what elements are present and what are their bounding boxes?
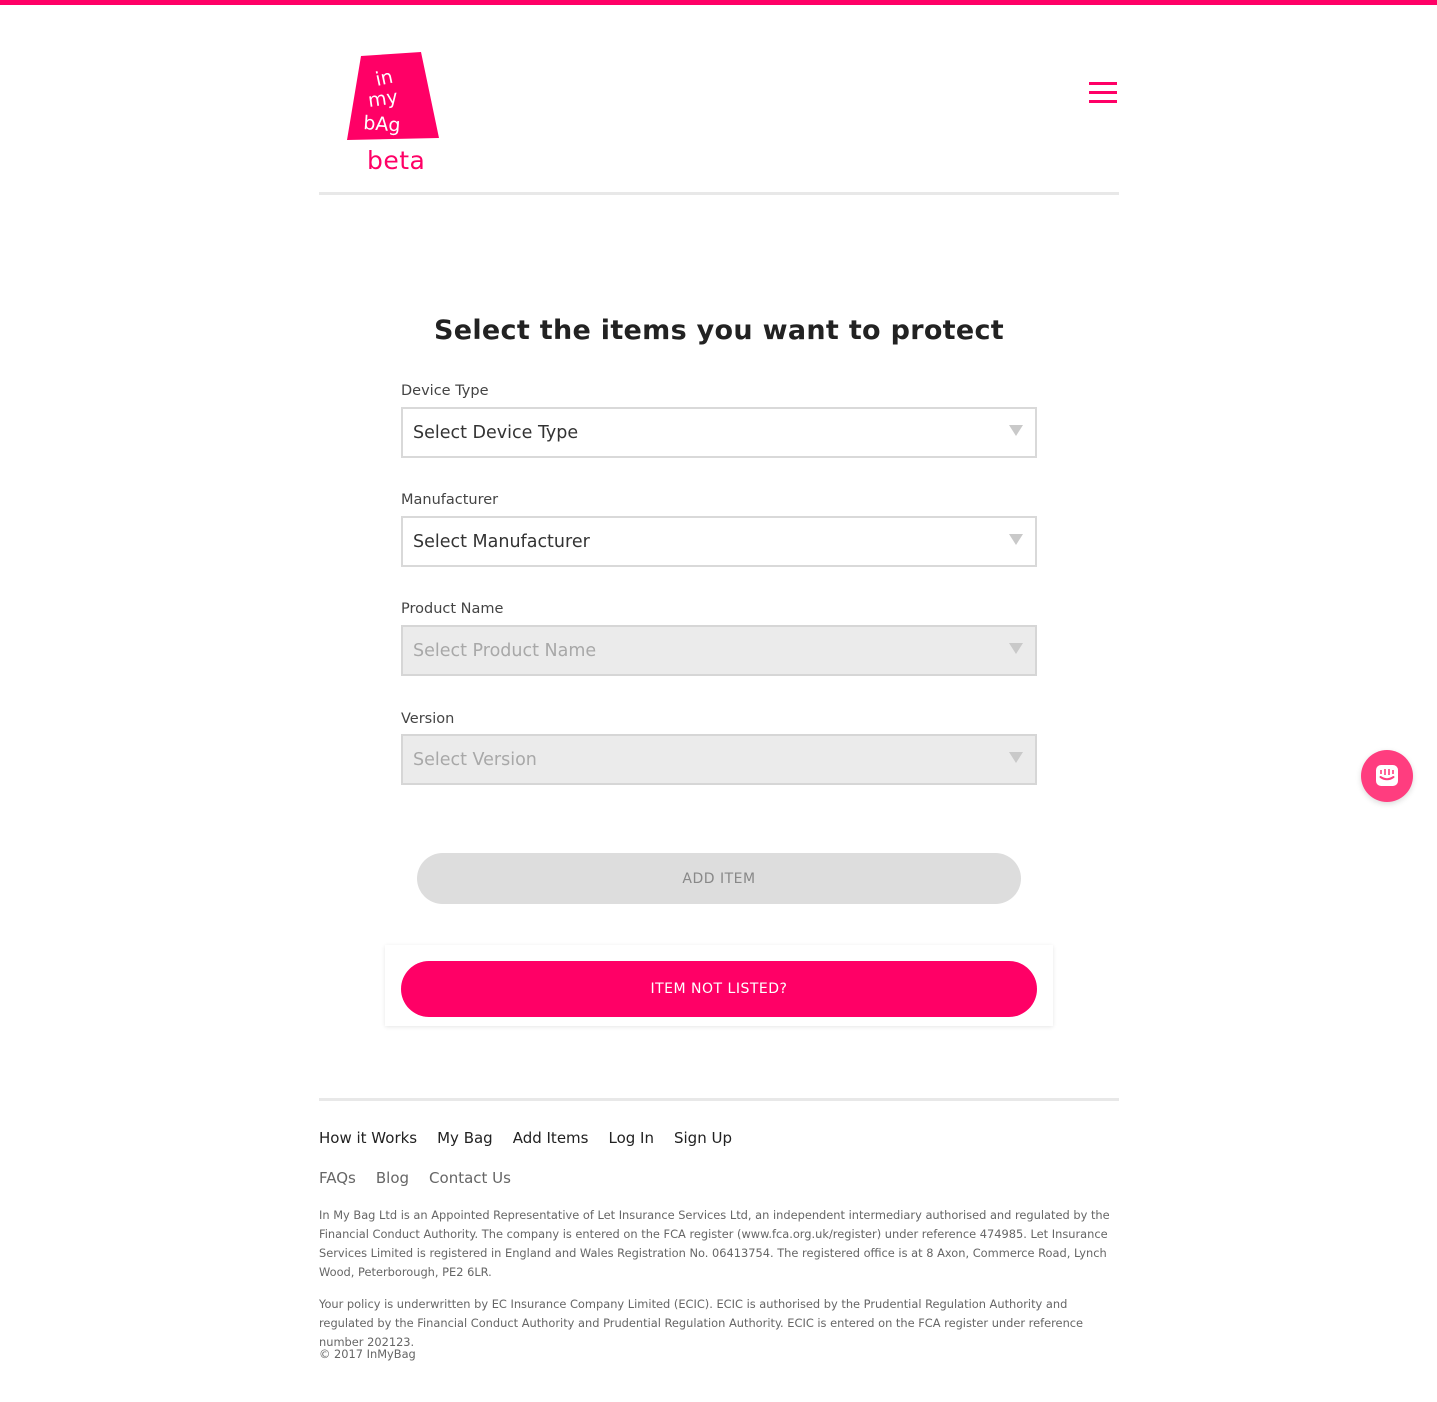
page-container: in my bAg beta Select the items you want…	[319, 0, 1119, 1361]
footer-secondary-nav: FAQs Blog Contact Us	[319, 1169, 511, 1187]
hamburger-menu-icon[interactable]	[1089, 82, 1117, 104]
add-item-button[interactable]: ADD ITEM	[417, 853, 1021, 904]
chevron-down-icon	[1009, 752, 1023, 763]
device-type-select[interactable]: Select Device Type	[401, 407, 1037, 458]
device-type-placeholder: Select Device Type	[413, 422, 579, 443]
footer-link-contact-us[interactable]: Contact Us	[429, 1169, 511, 1187]
manufacturer-placeholder: Select Manufacturer	[413, 531, 590, 552]
footer-link-log-in[interactable]: Log In	[608, 1129, 654, 1147]
product-name-placeholder: Select Product Name	[413, 640, 597, 661]
copyright-text: © 2017 InMyBag	[319, 1347, 416, 1361]
version-placeholder: Select Version	[413, 749, 537, 770]
manufacturer-select[interactable]: Select Manufacturer	[401, 516, 1037, 567]
footer-primary-nav: How it Works My Bag Add Items Log In Sig…	[319, 1129, 732, 1147]
product-name-select[interactable]: Select Product Name	[401, 625, 1037, 676]
footer-link-blog[interactable]: Blog	[376, 1169, 409, 1187]
svg-text:bAg: bAg	[363, 112, 402, 137]
manufacturer-label: Manufacturer	[401, 492, 499, 508]
chevron-down-icon	[1009, 534, 1023, 545]
beta-label: beta	[367, 146, 426, 175]
item-not-listed-button[interactable]: ITEM NOT LISTED?	[401, 961, 1037, 1017]
legal-text-underwriter: Your policy is underwritten by EC Insura…	[319, 1297, 1084, 1349]
chevron-down-icon	[1009, 643, 1023, 654]
version-label: Version	[401, 711, 455, 727]
logo-icon[interactable]: in my bAg	[347, 52, 440, 142]
footer-link-my-bag[interactable]: My Bag	[437, 1129, 493, 1147]
chat-icon	[1376, 765, 1398, 786]
legal-text-intermediary: In My Bag Ltd is an Appointed Representa…	[319, 1208, 1110, 1279]
svg-text:my: my	[367, 86, 400, 112]
product-name-label: Product Name	[401, 601, 504, 617]
footer-link-faqs[interactable]: FAQs	[319, 1169, 356, 1187]
item-not-listed-card: ITEM NOT LISTED?	[385, 945, 1053, 1026]
device-type-label: Device Type	[401, 383, 489, 399]
chevron-down-icon	[1009, 425, 1023, 436]
footer-link-sign-up[interactable]: Sign Up	[674, 1129, 732, 1147]
footer-link-add-items[interactable]: Add Items	[513, 1129, 589, 1147]
chat-launcher-button[interactable]	[1361, 750, 1413, 802]
version-select[interactable]: Select Version	[401, 734, 1037, 785]
page-title: Select the items you want to protect	[434, 315, 1004, 346]
footer-link-how-it-works[interactable]: How it Works	[319, 1129, 417, 1147]
footer-divider	[319, 1098, 1119, 1101]
site-header: in my bAg beta	[319, 0, 1119, 195]
